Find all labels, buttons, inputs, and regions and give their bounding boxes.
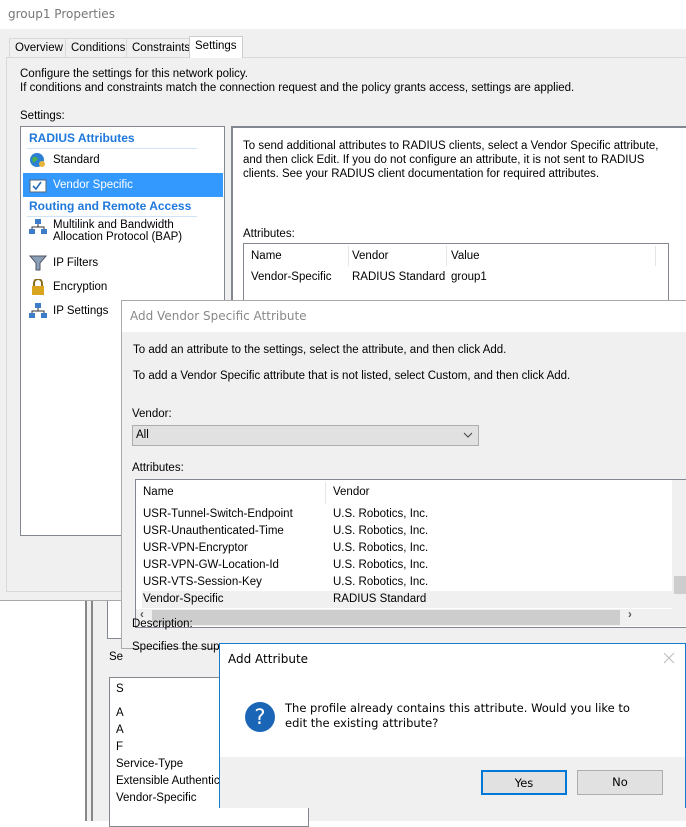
list-item: S xyxy=(116,683,124,695)
cell-name[interactable]: Vendor-Specific xyxy=(251,271,332,283)
settings-item-label: IP Filters xyxy=(53,257,99,269)
vendor-label: Vendor: xyxy=(132,408,172,420)
column-header-name[interactable]: Name xyxy=(251,250,282,262)
instruction-2: To add a Vendor Specific attribute that … xyxy=(133,370,571,382)
network-icon xyxy=(29,303,47,318)
cell-name: USR-Tunnel-Switch-Endpoint xyxy=(143,508,293,520)
cell-value[interactable]: group1 xyxy=(451,271,487,283)
dialog-title: Add Attribute xyxy=(228,652,309,666)
table-row[interactable]: Vendor-Specific RADIUS Standard xyxy=(142,591,672,608)
intro-text-2: If conditions and constraints match the … xyxy=(20,82,575,94)
cell-name: USR-VPN-Encryptor xyxy=(143,542,248,554)
cell-vendor: U.S. Robotics, Inc. xyxy=(333,525,429,537)
cell-name: USR-VTS-Session-Key xyxy=(143,576,262,588)
table-row[interactable]: USR-VTS-Session-Key U.S. Robotics, Inc. xyxy=(142,574,672,591)
tab-conditions[interactable]: Conditions xyxy=(65,38,132,57)
add-vendor-specific-attribute-dialog: Add Vendor Specific Attribute To add an … xyxy=(121,300,686,649)
list-item: Extensible Authentica xyxy=(116,775,226,787)
behind-label: Se xyxy=(109,651,124,663)
cell-name: USR-Unauthenticated-Time xyxy=(143,525,284,537)
list-item: A xyxy=(116,724,124,736)
scrollbar-thumb[interactable] xyxy=(674,576,686,594)
cell-name: USR-VPN-GW-Location-Id xyxy=(143,559,279,571)
table-row[interactable]: USR-VPN-GW-Location-Id U.S. Robotics, Inc… xyxy=(142,557,672,574)
panel-description: To send additional attributes to RADIUS … xyxy=(243,140,659,180)
table-row[interactable]: USR-Unauthenticated-Time U.S. Robotics, I… xyxy=(142,523,672,540)
close-icon[interactable] xyxy=(663,652,675,664)
settings-label: Settings: xyxy=(20,110,65,122)
description-text: Specifies the supp xyxy=(132,641,226,653)
attributes-label: Attributes: xyxy=(132,462,184,474)
attributes-list[interactable]: Name Vendor Value Vendor-Specific RADIUS… xyxy=(243,243,669,303)
vendor-attributes-list[interactable]: Name Vendor USR-Tunnel-Switch-Endpoint U.… xyxy=(135,479,686,628)
table-row[interactable]: USR-VPN-Encryptor U.S. Robotics, Inc. xyxy=(142,540,672,557)
settings-item-ip-filters[interactable]: IP Filters xyxy=(23,253,223,273)
column-header-vendor[interactable]: Vendor xyxy=(352,250,388,262)
no-button[interactable]: No xyxy=(577,770,663,795)
network-icon xyxy=(29,219,47,234)
question-icon: ? xyxy=(245,702,275,732)
cell-name: Vendor-Specific xyxy=(143,593,224,605)
group-routing-remote-access: Routing and Remote Access xyxy=(27,199,197,217)
message-text: The profile already contains this attrib… xyxy=(285,701,630,730)
tab-settings[interactable]: Settings xyxy=(189,36,243,58)
settings-item-multilink[interactable]: Multilink and Bandwidth Allocation Protoc… xyxy=(23,219,223,249)
tab-overview[interactable]: Overview xyxy=(9,38,69,57)
window-border xyxy=(91,601,93,821)
yes-button[interactable]: Yes xyxy=(481,770,567,795)
cell-vendor: U.S. Robotics, Inc. xyxy=(333,559,429,571)
globe-icon xyxy=(30,153,45,167)
list-item: Vendor-Specific xyxy=(116,792,197,804)
cell-vendor: U.S. Robotics, Inc. xyxy=(333,542,429,554)
window-title: group1 Properties xyxy=(0,0,686,29)
settings-item-label: Encryption xyxy=(53,281,108,293)
intro-text-1: Configure the settings for this network … xyxy=(20,68,248,80)
cell-vendor: U.S. Robotics, Inc. xyxy=(333,576,429,588)
description-label: Description: xyxy=(132,618,193,630)
chevron-down-icon xyxy=(463,432,473,438)
list-item: Service-Type xyxy=(116,758,184,770)
lock-icon xyxy=(32,279,44,295)
cell-vendor: RADIUS Standard xyxy=(333,593,427,605)
filter-icon xyxy=(29,255,47,271)
settings-item-vendor-specific[interactable]: Vendor Specific xyxy=(23,173,223,197)
settings-item-label: Standard xyxy=(53,154,100,166)
svg-text:?: ? xyxy=(254,705,265,729)
group-radius-attributes: RADIUS Attributes xyxy=(27,131,197,149)
cell-vendor: U.S. Robotics, Inc. xyxy=(333,508,429,520)
list-item: F xyxy=(116,741,124,753)
dialog-title: Add Vendor Specific Attribute xyxy=(122,301,686,332)
column-header-value[interactable]: Value xyxy=(451,250,480,262)
scroll-right-icon[interactable]: › xyxy=(628,609,632,621)
table-row[interactable]: USR-Tunnel-Switch-Endpoint U.S. Robotics,… xyxy=(142,506,672,523)
scrollbar-thumb[interactable] xyxy=(152,610,620,625)
column-header-name[interactable]: Name xyxy=(143,486,174,498)
settings-item-label: Vendor Specific xyxy=(53,179,133,191)
settings-item-label: IP Settings xyxy=(53,305,109,317)
settings-item-encryption[interactable]: Encryption xyxy=(23,277,223,297)
tab-constraints[interactable]: Constraints xyxy=(126,38,197,57)
settings-item-standard[interactable]: Standard xyxy=(23,150,223,170)
list-item: A xyxy=(116,707,124,719)
vertical-scrollbar[interactable] xyxy=(672,480,686,609)
vendor-selected-value: All xyxy=(136,429,149,441)
add-attribute-message-box: Add Attribute ? The profile already cont… xyxy=(219,643,686,808)
vendor-dropdown[interactable]: All xyxy=(132,425,479,446)
cell-vendor[interactable]: RADIUS Standard xyxy=(352,271,445,283)
instruction-1: To add an attribute to the settings, sel… xyxy=(133,344,507,356)
settings-item-label: Allocation Protocol (BAP) xyxy=(53,231,183,243)
checklist-icon xyxy=(29,179,47,193)
attributes-label: Attributes: xyxy=(243,228,295,240)
settings-item-label: Multilink and Bandwidth xyxy=(53,219,174,231)
horizontal-scrollbar[interactable]: ‹ › xyxy=(136,609,686,626)
column-header-vendor[interactable]: Vendor xyxy=(333,486,369,498)
